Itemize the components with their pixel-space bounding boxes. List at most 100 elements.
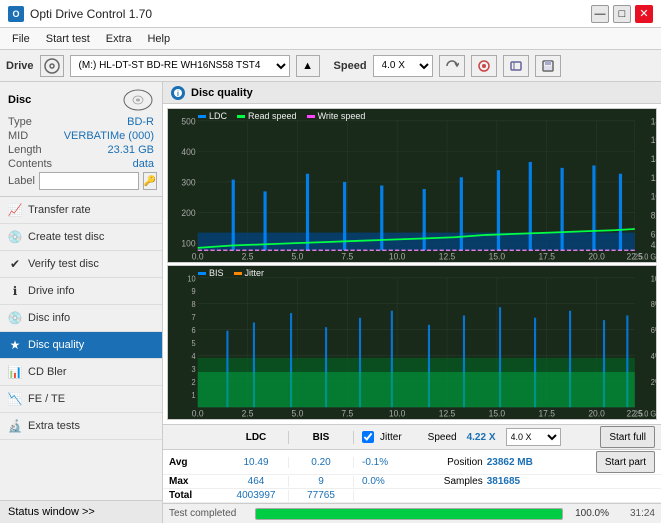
read-speed-legend-item: Read speed — [237, 111, 297, 121]
jitter-checkbox[interactable] — [362, 431, 374, 443]
max-right: 0.0% Samples 381685 — [354, 476, 655, 487]
stats-header-row: LDC BIS Jitter Speed 4.22 X 4.0 X Start … — [163, 425, 661, 450]
svg-text:5: 5 — [191, 339, 196, 348]
avg-label: Avg — [169, 457, 224, 468]
speed-select[interactable]: 4.0 X — [373, 55, 433, 77]
svg-text:12.5: 12.5 — [439, 251, 456, 262]
drive-icon-btn[interactable] — [40, 55, 64, 77]
svg-text:200: 200 — [181, 208, 195, 219]
tools-button[interactable] — [503, 55, 529, 77]
bis-total-val: 77765 — [289, 490, 354, 501]
disc-quality-header-icon: i — [171, 86, 185, 100]
app-icon: O — [8, 6, 24, 22]
label-input[interactable] — [39, 172, 139, 190]
speed-col-header: Speed — [428, 432, 457, 443]
start-part-button[interactable]: Start part — [596, 451, 655, 473]
sidebar-item-disc-quality[interactable]: ★ Disc quality — [0, 332, 162, 359]
menu-start-test[interactable]: Start test — [38, 31, 98, 47]
disc-header: Disc — [8, 88, 154, 112]
svg-text:10.0: 10.0 — [389, 251, 406, 262]
svg-text:2: 2 — [191, 378, 195, 387]
sidebar-item-cd-bler[interactable]: 📊 CD Bler — [0, 359, 162, 386]
progress-container: Test completed 100.0% 31:24 — [163, 503, 661, 523]
status-window-button[interactable]: Status window >> — [0, 500, 162, 523]
drive-select[interactable]: (M:) HL-DT-ST BD-RE WH16NS58 TST4 — [70, 55, 290, 77]
menu-file[interactable]: File — [4, 31, 38, 47]
svg-text:0.0: 0.0 — [192, 251, 204, 262]
length-value: 23.31 GB — [108, 144, 154, 156]
ldc-legend-label: LDC — [209, 111, 227, 121]
drive-info-icon: ℹ — [8, 284, 22, 298]
speed-select-dropdown[interactable]: 4.0 X — [506, 428, 561, 446]
sidebar-item-verify-test-disc[interactable]: ✔ Verify test disc — [0, 251, 162, 278]
bis-chart-svg: 10 9 8 7 6 5 4 3 2 1 10% 8% 6% 4% 2% — [168, 266, 656, 419]
eject-button[interactable]: ▲ — [296, 55, 320, 77]
paint-icon — [477, 59, 491, 73]
disc-mid-row: MID VERBATIMe (000) — [8, 130, 154, 142]
charts-container: LDC Read speed Write speed — [163, 104, 661, 424]
cd-bler-icon: 📊 — [8, 365, 22, 379]
svg-text:1: 1 — [191, 390, 195, 399]
disc-panel: Disc Type BD-R MID VERBATIMe (000) Lengt… — [0, 82, 162, 197]
bis-col-header: BIS — [289, 431, 354, 444]
menu-help[interactable]: Help — [139, 31, 178, 47]
jitter-speed-area: Jitter Speed 4.22 X 4.0 X Start full — [354, 426, 655, 448]
status-label: Test completed — [169, 508, 249, 519]
position-val: 23862 MB — [487, 457, 533, 468]
disc-graphic — [122, 88, 154, 112]
write-speed-dot — [307, 115, 315, 118]
save-icon — [541, 59, 555, 73]
progress-fill — [256, 509, 562, 519]
sidebar-item-drive-info[interactable]: ℹ Drive info — [0, 278, 162, 305]
drive-label: Drive — [6, 60, 34, 72]
svg-text:6%: 6% — [651, 326, 656, 335]
svg-text:0.0: 0.0 — [192, 408, 204, 419]
maximize-button[interactable]: □ — [613, 5, 631, 23]
label-icon-btn[interactable]: 🔑 — [143, 172, 157, 190]
svg-text:10.0: 10.0 — [389, 408, 406, 419]
svg-text:5.0: 5.0 — [292, 408, 304, 419]
write-speed-legend-item: Write speed — [307, 111, 366, 121]
svg-text:i: i — [177, 91, 179, 98]
type-value: BD-R — [127, 116, 154, 128]
disc-quality-header: i Disc quality — [163, 82, 661, 104]
contents-label: Contents — [8, 158, 52, 170]
verify-test-disc-icon: ✔ — [8, 257, 22, 271]
sidebar-item-disc-info[interactable]: 💿 Disc info — [0, 305, 162, 332]
svg-text:12.5: 12.5 — [439, 408, 456, 419]
svg-text:6X: 6X — [651, 229, 656, 240]
samples-label: Samples — [444, 476, 483, 487]
svg-text:7: 7 — [191, 313, 195, 322]
progress-percent: 100.0% — [569, 508, 609, 519]
ldc-chart: LDC Read speed Write speed — [167, 108, 657, 263]
menu-extra[interactable]: Extra — [98, 31, 140, 47]
nav-items: 📈 Transfer rate 💿 Create test disc ✔ Ver… — [0, 197, 162, 500]
svg-text:2%: 2% — [651, 378, 656, 387]
sidebar-item-fe-te[interactable]: 📉 FE / TE — [0, 386, 162, 413]
start-full-button[interactable]: Start full — [600, 426, 655, 448]
menu-bar: File Start test Extra Help — [0, 28, 661, 50]
svg-text:15.0: 15.0 — [489, 408, 506, 419]
extra-tests-label: Extra tests — [28, 420, 80, 432]
svg-text:100: 100 — [181, 238, 195, 249]
svg-text:4: 4 — [191, 352, 196, 361]
sidebar-item-transfer-rate[interactable]: 📈 Transfer rate — [0, 197, 162, 224]
svg-text:15.0: 15.0 — [489, 251, 506, 262]
stats-area: LDC BIS Jitter Speed 4.22 X 4.0 X Start … — [163, 424, 661, 503]
close-button[interactable]: ✕ — [635, 5, 653, 23]
save-button[interactable] — [535, 55, 561, 77]
progress-time: 31:24 — [615, 508, 655, 519]
refresh-button[interactable] — [439, 55, 465, 77]
sidebar-item-create-test-disc[interactable]: 💿 Create test disc — [0, 224, 162, 251]
stats-avg-row: Avg 10.49 0.20 -0.1% Position 23862 MB S… — [163, 450, 661, 475]
avg-right: -0.1% Position 23862 MB Start part — [354, 451, 655, 473]
settings-button[interactable] — [471, 55, 497, 77]
ldc-legend-dot — [198, 115, 206, 118]
svg-text:8: 8 — [191, 300, 196, 309]
minimize-button[interactable]: — — [591, 5, 609, 23]
sidebar-item-extra-tests[interactable]: 🔬 Extra tests — [0, 413, 162, 440]
jitter-avg-val: -0.1% — [362, 457, 388, 468]
svg-text:7.5: 7.5 — [341, 408, 353, 419]
disc-quality-title: Disc quality — [191, 87, 253, 99]
ldc-col-header: LDC — [224, 431, 289, 444]
